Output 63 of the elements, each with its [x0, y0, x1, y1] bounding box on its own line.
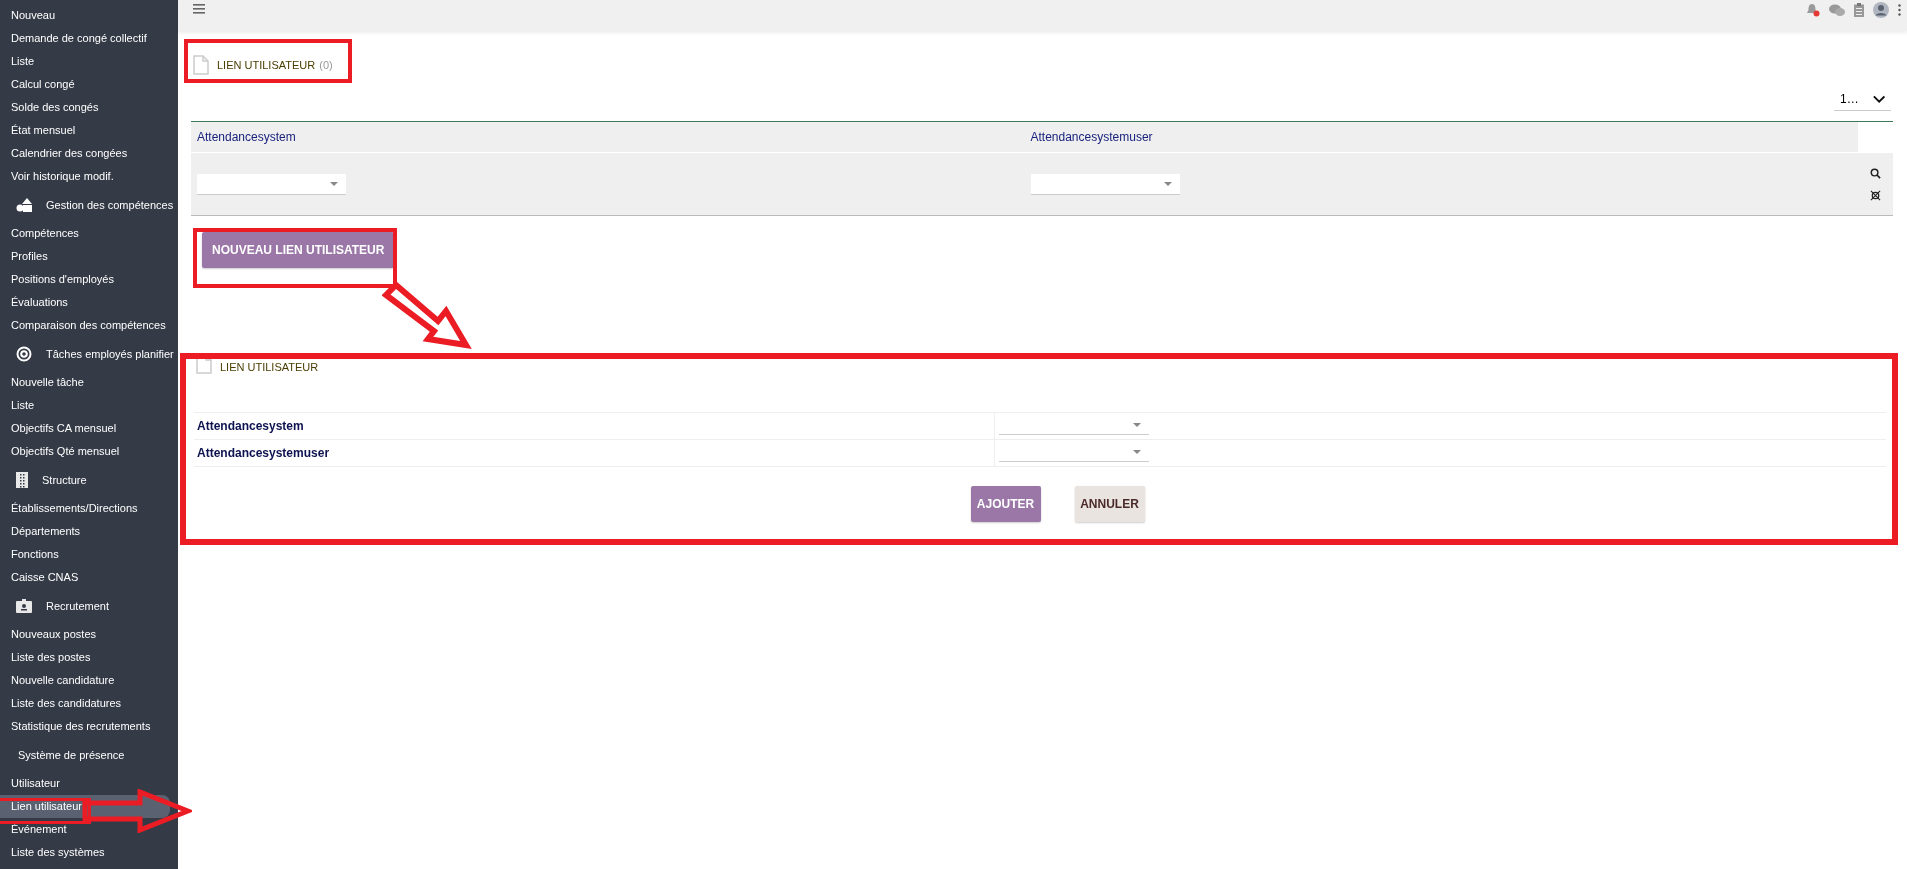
menu-icon[interactable] — [193, 4, 205, 14]
more-icon[interactable] — [1898, 4, 1901, 16]
page-size-select[interactable]: 1… — [1834, 88, 1891, 111]
sidebar-section-title[interactable]: Recrutement — [46, 600, 109, 612]
column-header[interactable]: Attendancesystemuser — [1024, 122, 1858, 152]
sidebar-item[interactable]: Liste — [0, 394, 170, 417]
sidebar-item[interactable]: Nouvelle candidature — [0, 669, 170, 692]
sidebar-section-title[interactable]: Structure — [42, 474, 87, 486]
sidebar-item[interactable]: Départements — [0, 520, 170, 543]
notification-bell-icon[interactable] — [1806, 3, 1820, 17]
column-header[interactable]: Attendancesystem — [191, 122, 1025, 152]
field-label: Attendancesystemuser — [196, 446, 331, 460]
chat-icon[interactable] — [1829, 3, 1845, 17]
sidebar-item[interactable]: Calendrier des congées — [0, 142, 170, 165]
record-count: (0) — [319, 59, 333, 71]
sidebar-item[interactable]: Objectifs Qté mensuel — [0, 440, 170, 463]
page-title: LIEN UTILISATEUR — [217, 59, 316, 71]
sidebar-item[interactable]: Liste des systèmes — [0, 841, 170, 864]
id-badge-icon — [16, 599, 32, 613]
sidebar-section-title[interactable]: Gestion des compétences — [46, 199, 174, 211]
sidebar-item[interactable]: Caisse CNAS — [0, 566, 170, 589]
caret-icon — [330, 181, 338, 186]
sidebar-item[interactable]: Liste des candidatures — [0, 692, 170, 715]
sidebar-item[interactable]: Utilisateur — [0, 772, 170, 795]
sidebar-item[interactable]: Statistique des recrutements — [0, 715, 170, 738]
sidebar-item[interactable]: Établissements/Directions — [0, 497, 170, 520]
form-title: LIEN UTILISATEUR — [220, 361, 319, 373]
sidebar-item[interactable]: Fonctions — [0, 543, 170, 566]
avatar-icon[interactable] — [1873, 2, 1889, 18]
submit-button[interactable]: AJOUTER — [970, 486, 1041, 522]
clipboard-icon[interactable] — [1854, 3, 1864, 17]
new-link-button[interactable]: NOUVEAU LIEN UTILISATEUR — [202, 232, 395, 268]
sidebar-item[interactable]: État mensuel — [0, 119, 170, 142]
document-icon — [193, 55, 209, 75]
chevron-down-icon — [1872, 94, 1885, 104]
sidebar-item[interactable]: Solde des congés — [0, 96, 170, 119]
field-label: Attendancesystem — [196, 419, 305, 433]
sidebar-item[interactable]: Liste — [0, 50, 170, 73]
target-icon — [16, 346, 32, 362]
caret-icon — [1163, 181, 1172, 186]
sidebar-item[interactable]: Comparaison des compétences — [0, 314, 170, 337]
sidebar-section-title[interactable]: Tâches employés planifier — [46, 348, 174, 360]
sidebar-item[interactable]: Profiles — [0, 245, 170, 268]
sidebar-item[interactable]: Voir historique modif. — [0, 165, 170, 188]
building-icon — [16, 472, 28, 488]
sidebar-item[interactable]: Nouvelle tâche — [0, 371, 170, 394]
sidebar-item[interactable]: Positions d'employés — [0, 268, 170, 291]
sidebar-item[interactable]: Demande de congé collectif — [0, 27, 170, 50]
sidebar-item[interactable]: Nouveaux postes — [0, 623, 170, 646]
sidebar-item[interactable]: Calcul congé — [0, 73, 170, 96]
shapes-icon — [16, 198, 32, 212]
sidebar-item[interactable]: Événement — [0, 818, 170, 841]
sidebar-section-title[interactable]: Système de présence — [18, 749, 125, 761]
caret-icon — [1133, 450, 1141, 454]
sidebar-item[interactable]: Nouveau — [0, 4, 170, 27]
clear-search-icon[interactable] — [1870, 189, 1881, 201]
sidebar-item[interactable]: Liste des postes — [0, 646, 170, 669]
caret-icon — [1133, 423, 1141, 427]
sidebar-item[interactable]: Objectifs CA mensuel — [0, 417, 170, 440]
cancel-button[interactable]: ANNULER — [1074, 486, 1145, 522]
search-icon[interactable] — [1870, 167, 1881, 179]
sidebar-item[interactable]: Évaluations — [0, 291, 170, 314]
sidebar-item[interactable]: Compétences — [0, 222, 170, 245]
